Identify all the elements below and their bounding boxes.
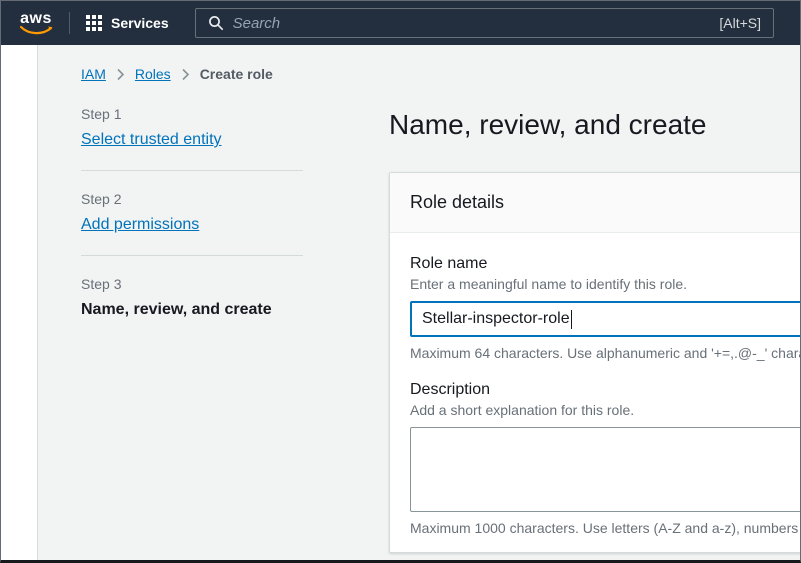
step-link-add-permissions[interactable]: Add permissions: [81, 216, 199, 234]
card-title: Role details: [410, 192, 504, 212]
step-current-name-review-create: Name, review, and create: [81, 301, 272, 318]
role-name-description: Enter a meaningful name to identify this…: [410, 276, 801, 292]
wizard-layout: Step 1 Select trusted entity Step 2 Add …: [81, 106, 801, 553]
breadcrumb-item-create-role: Create role: [200, 66, 273, 82]
role-name-input[interactable]: Stellar-inspector-role: [410, 301, 801, 337]
breadcrumb: IAM Roles Create role: [81, 66, 801, 82]
description-textarea[interactable]: [410, 427, 801, 512]
top-nav-bar: aws Services Search [Alt+S]: [1, 1, 800, 45]
step-number-label: Step 1: [81, 106, 303, 122]
aws-console-window: aws Services Search [Alt+S]: [0, 0, 801, 563]
services-label: Services: [111, 15, 169, 31]
step-link-select-trusted-entity[interactable]: Select trusted entity: [81, 131, 222, 149]
services-menu-button[interactable]: Services: [86, 15, 169, 31]
main-column: Name, review, and create Role details Ro…: [389, 106, 801, 553]
search-shortcut-hint: [Alt+S]: [719, 15, 761, 31]
role-name-constraint: Maximum 64 characters. Use alphanumeric …: [410, 345, 801, 361]
role-name-field: Role name Enter a meaningful name to ide…: [410, 255, 801, 361]
description-description: Add a short explanation for this role.: [410, 402, 801, 418]
search-placeholder: Search: [233, 15, 711, 32]
content-area: IAM Roles Create role Step 1 Select trus…: [38, 45, 801, 561]
step-item-1: Step 1 Select trusted entity: [81, 106, 303, 149]
role-name-input-value: Stellar-inspector-role: [422, 310, 570, 328]
role-details-card: Role details Role name Enter a meaningfu…: [389, 172, 801, 553]
grid-icon: [86, 15, 102, 31]
step-divider: [81, 255, 303, 256]
step-number-label: Step 3: [81, 276, 303, 292]
description-constraint: Maximum 1000 characters. Use letters (A-…: [410, 520, 801, 536]
card-header: Role details: [390, 173, 801, 233]
collapsed-side-nav[interactable]: [1, 45, 38, 561]
chevron-right-icon: [181, 68, 190, 81]
card-body: Role name Enter a meaningful name to ide…: [390, 233, 801, 552]
description-field: Description Add a short explanation for …: [410, 381, 801, 536]
description-label: Description: [410, 381, 801, 399]
step-item-3: Step 3 Name, review, and create: [81, 276, 303, 319]
aws-smile-icon: [19, 25, 53, 35]
step-item-2: Step 2 Add permissions: [81, 191, 303, 234]
wizard-steps-nav: Step 1 Select trusted entity Step 2 Add …: [81, 106, 303, 319]
search-input[interactable]: Search [Alt+S]: [195, 8, 774, 38]
aws-logo[interactable]: aws: [19, 11, 53, 35]
aws-logo-text: aws: [20, 11, 52, 26]
breadcrumb-item-iam[interactable]: IAM: [81, 66, 106, 82]
text-caret: [571, 310, 572, 329]
page-title: Name, review, and create: [389, 108, 801, 142]
role-name-label: Role name: [410, 255, 801, 273]
chevron-right-icon: [116, 68, 125, 81]
step-number-label: Step 2: [81, 191, 303, 207]
topbar-divider: [69, 12, 70, 34]
search-icon: [208, 15, 224, 31]
breadcrumb-item-roles[interactable]: Roles: [135, 66, 171, 82]
step-divider: [81, 170, 303, 171]
app-body: IAM Roles Create role Step 1 Select trus…: [1, 45, 800, 561]
